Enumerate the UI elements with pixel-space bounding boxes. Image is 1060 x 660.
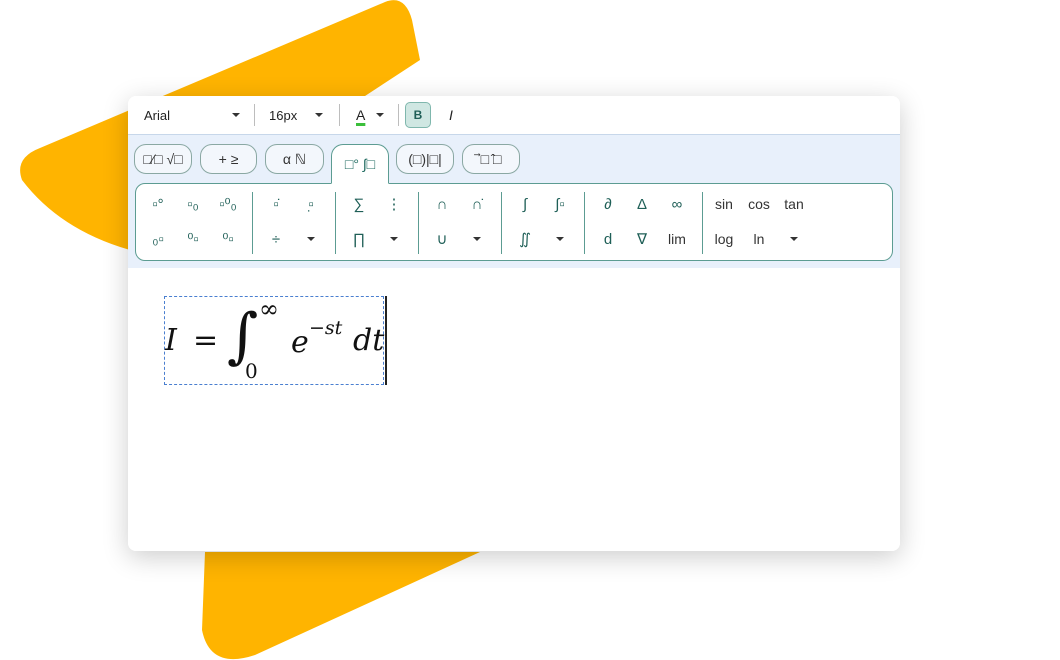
font-family-value: Arial xyxy=(144,107,171,123)
formatting-toolbar: Arial 16px A B I xyxy=(128,96,900,134)
infinity-button[interactable]: ∞ xyxy=(663,190,691,218)
over-underscript-button[interactable]: ÷ xyxy=(262,225,290,253)
font-size-select[interactable]: 16px xyxy=(269,96,323,134)
more-sums-dropdown[interactable] xyxy=(380,225,408,253)
tab-operators[interactable]: + ≥ xyxy=(200,144,257,174)
more-functions-dropdown[interactable] xyxy=(780,225,808,253)
product-button[interactable]: ∏ xyxy=(345,225,373,253)
sum-button[interactable]: ∑ xyxy=(345,190,373,218)
sub-superscript-button[interactable]: ▫⁰₀ xyxy=(214,190,242,218)
group-divider xyxy=(501,192,502,254)
formula-equals: = xyxy=(193,323,219,358)
tan-button[interactable]: tan xyxy=(776,190,812,218)
math-symbol-panel: □⁄□ √□ + ≥ α ℕ □° ∫□ (□)|□| ⃗□ ̂□ ▫° ▫₀ … xyxy=(128,134,900,269)
group-divider xyxy=(584,192,585,254)
underscript-button[interactable]: ▫̣ xyxy=(297,190,325,218)
editor-canvas[interactable]: I = ∫ ∞ 0 e −st dt xyxy=(128,268,900,551)
lower-limit: 0 xyxy=(245,359,258,383)
integral-button[interactable]: ∫ xyxy=(511,190,539,218)
upper-limit: ∞ xyxy=(259,295,279,323)
nabla-button[interactable]: ∇ xyxy=(628,225,656,253)
chevron-down-icon xyxy=(376,113,384,117)
subscript-button[interactable]: ▫₀ xyxy=(179,190,207,218)
group-divider xyxy=(252,192,253,254)
more-sets-dropdown[interactable] xyxy=(463,225,491,253)
tab-scripts-integrals[interactable]: □° ∫□ xyxy=(331,144,389,184)
partial-button[interactable]: ∂ xyxy=(594,190,622,218)
differential-term: dt xyxy=(353,323,385,358)
font-family-select[interactable]: Arial xyxy=(144,96,240,134)
toolbar-divider xyxy=(339,104,340,126)
delta-button[interactable]: Δ xyxy=(628,190,656,218)
text-cursor xyxy=(385,296,387,385)
left-sub-superscript-button[interactable]: ⁰▫ xyxy=(214,225,242,253)
chevron-down-icon xyxy=(315,113,323,117)
chevron-down-icon xyxy=(232,113,240,117)
differential-button[interactable]: d xyxy=(594,225,622,253)
formula-lhs: I xyxy=(165,323,177,358)
log-button[interactable]: log xyxy=(706,225,742,253)
group-divider xyxy=(418,192,419,254)
tab-greek-sets[interactable]: α ℕ xyxy=(265,144,324,174)
more-integrals-dropdown[interactable] xyxy=(546,225,574,253)
font-size-value: 16px xyxy=(269,107,298,123)
superscript-button[interactable]: ▫° xyxy=(144,190,172,218)
italic-button[interactable]: I xyxy=(440,102,462,128)
tab-fractions-roots[interactable]: □⁄□ √□ xyxy=(134,144,192,174)
ln-button[interactable]: ln xyxy=(741,225,777,253)
symbol-grid: ▫° ▫₀ ▫⁰₀ ₀▫ ⁰▫ ⁰▫ ▫̇ ▫̣ ÷ ∑ ⋮ ∏ ∩ ∩̇ ∪ xyxy=(135,183,893,261)
left-subscript-button[interactable]: ₀▫ xyxy=(144,225,172,253)
tab-brackets-matrices[interactable]: (□)|□| xyxy=(396,144,454,174)
exponent: −st xyxy=(309,317,343,339)
union-button[interactable]: ∪ xyxy=(428,225,456,253)
intersection-button[interactable]: ∩ xyxy=(428,190,456,218)
overscript-button[interactable]: ▫̇ xyxy=(262,190,290,218)
toolbar-divider xyxy=(398,104,399,126)
double-integral-button[interactable]: ∬ xyxy=(511,225,539,253)
sum-limits-button[interactable]: ⋮ xyxy=(380,190,408,218)
cos-button[interactable]: cos xyxy=(741,190,777,218)
math-editor-window: Arial 16px A B I □⁄□ √□ + ≥ α ℕ □° ∫□ (□… xyxy=(128,96,900,551)
sin-button[interactable]: sin xyxy=(706,190,742,218)
tab-accents[interactable]: ⃗□ ̂□ xyxy=(462,144,520,174)
exponential-base: e xyxy=(291,325,309,360)
more-scripts-dropdown[interactable] xyxy=(297,225,325,253)
toolbar-divider xyxy=(254,104,255,126)
group-divider xyxy=(335,192,336,254)
text-color-select[interactable]: A xyxy=(356,96,384,134)
integral-limits-button[interactable]: ∫▫ xyxy=(546,190,574,218)
intersection-limits-button[interactable]: ∩̇ xyxy=(463,190,491,218)
group-divider xyxy=(702,192,703,254)
formula-input[interactable]: I = ∫ ∞ 0 e −st dt xyxy=(164,295,385,385)
text-color-icon: A xyxy=(356,107,366,123)
bold-button[interactable]: B xyxy=(405,102,431,128)
left-superscript-button[interactable]: ⁰▫ xyxy=(179,225,207,253)
lim-button[interactable]: lim xyxy=(659,225,695,253)
